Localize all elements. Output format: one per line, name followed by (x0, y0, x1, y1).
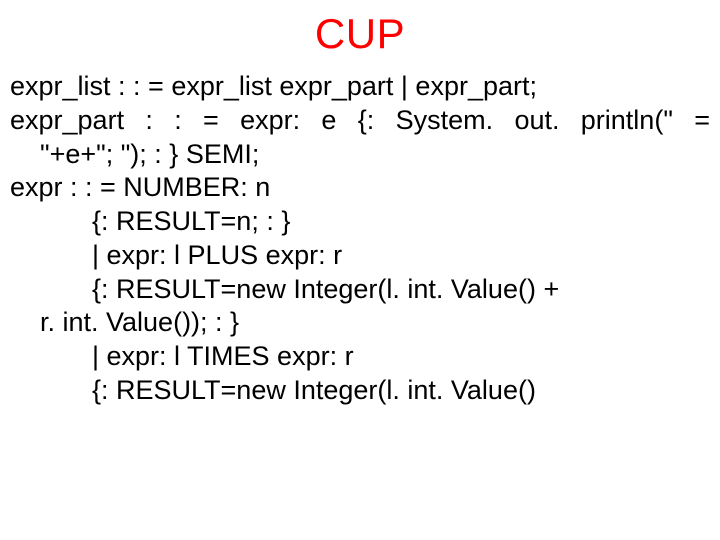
grammar-line: expr : : = NUMBER: n (10, 171, 710, 205)
grammar-line: | expr: l TIMES expr: r (10, 340, 710, 374)
grammar-line: {: RESULT=n; : } (10, 205, 710, 239)
grammar-line: expr_part : : = expr: e {: System. out. … (10, 104, 710, 138)
grammar-line: {: RESULT=new Integer(l. int. Value() + (10, 273, 710, 307)
slide: CUP expr_list : : = expr_list expr_part … (0, 0, 720, 540)
grammar-line: r. int. Value()); : } (10, 306, 710, 340)
grammar-line: | expr: l PLUS expr: r (10, 239, 710, 273)
slide-title: CUP (10, 10, 710, 58)
grammar-line: {: RESULT=new Integer(l. int. Value() (10, 374, 710, 408)
slide-body: expr_list : : = expr_list expr_part | ex… (10, 70, 710, 408)
grammar-line: expr_list : : = expr_list expr_part | ex… (10, 70, 710, 104)
grammar-line: "+e+"; "); : } SEMI; (10, 138, 710, 172)
